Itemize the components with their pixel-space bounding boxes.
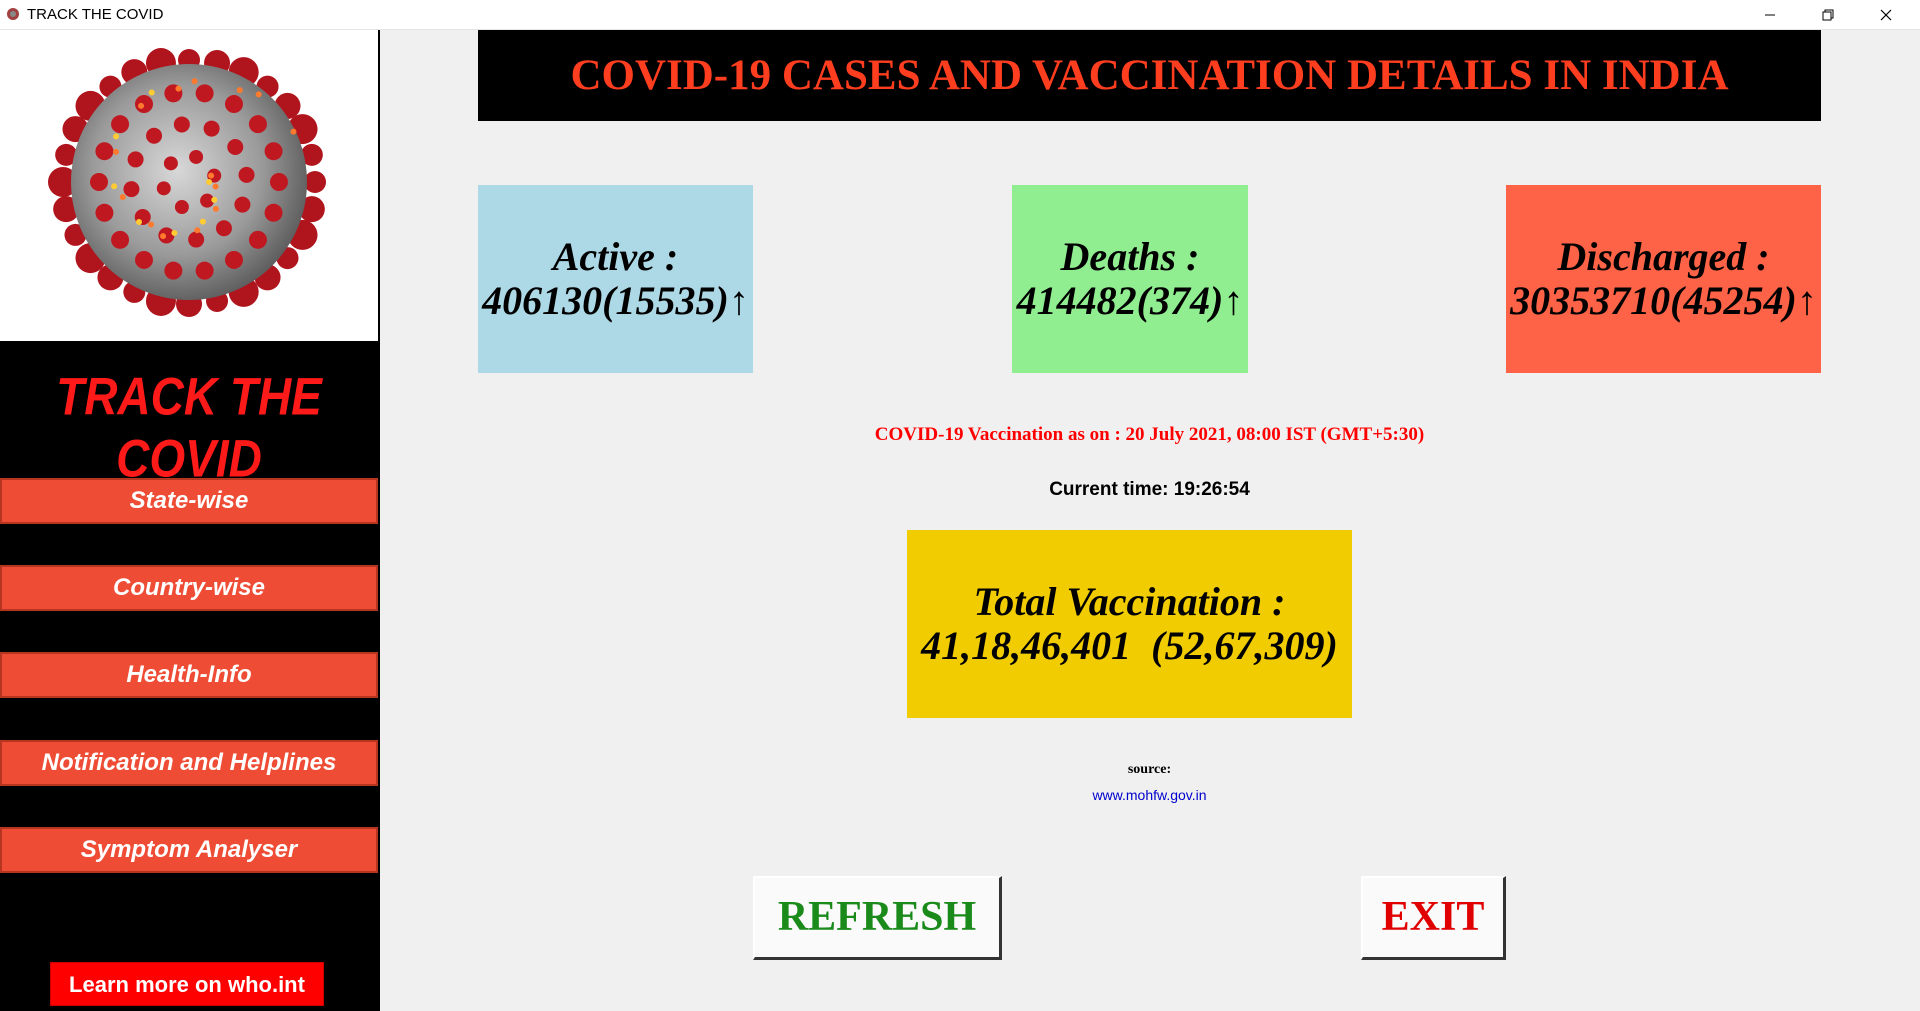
virus-surface-spike xyxy=(90,173,108,191)
coronavirus-illustration xyxy=(48,48,326,317)
virus-surface-spike xyxy=(173,116,190,133)
virus-surface-spike xyxy=(111,115,130,134)
virus-protein-dot xyxy=(211,196,218,203)
virus-surface-spike xyxy=(95,142,114,161)
close-icon xyxy=(1880,9,1892,20)
deaths-up-arrow-icon: ↑ xyxy=(1223,278,1244,323)
source-label: source: xyxy=(1127,762,1172,777)
virus-app-icon xyxy=(7,8,19,20)
virus-surface-spike xyxy=(225,95,243,114)
sidebar: TRACK THE COVID State-wise Country-wise … xyxy=(0,30,380,1011)
virus-surface-spike xyxy=(195,84,214,103)
virus-surface-spike xyxy=(264,142,283,161)
virus-surface-spike xyxy=(123,181,140,198)
virus-surface-spike xyxy=(234,196,251,213)
virus-protein-dot xyxy=(136,218,143,225)
virus-protein-dot xyxy=(148,221,155,228)
active-value-line: 406130(15535)↑ xyxy=(482,279,749,323)
virus-protein-dot xyxy=(191,78,198,85)
virus-surface-spike xyxy=(127,151,144,168)
virus-surface-spike xyxy=(215,220,232,237)
discharged-label: Discharged : xyxy=(1557,234,1770,279)
virus-surface-spike xyxy=(135,250,153,269)
virus-surface-spike xyxy=(111,230,130,249)
deaths-value-line: 414482(374)↑ xyxy=(1017,279,1244,323)
coronavirus-image xyxy=(0,30,378,341)
virus-surface-spike xyxy=(248,230,267,249)
virus-protein-dot xyxy=(112,148,119,155)
restore-button[interactable] xyxy=(1799,0,1857,29)
who-link-button[interactable]: Learn more on who.int xyxy=(50,962,324,1006)
virus-surface-spike xyxy=(203,120,220,137)
refresh-button[interactable]: REFRESH xyxy=(753,876,1002,960)
discharged-up-arrow-icon: ↑ xyxy=(1796,278,1817,323)
virus-protein-dot xyxy=(206,179,212,185)
app-brand-title: TRACK THE COVID xyxy=(56,366,322,488)
nav-symptom-analyser-button[interactable]: Symptom Analyser xyxy=(0,827,378,873)
virus-protein-dot xyxy=(236,87,243,94)
virus-surface-spike xyxy=(156,181,171,196)
virus-protein-dot xyxy=(212,183,219,190)
close-button[interactable] xyxy=(1857,0,1915,29)
vaccination-asof-text: COVID-19 Vaccination as on : 20 July 202… xyxy=(874,424,1425,445)
virus-protein-dot xyxy=(148,89,155,96)
discharged-value: 30353710(45254) xyxy=(1510,278,1797,323)
virus-protein-dot xyxy=(290,128,297,135)
window-title: TRACK THE COVID xyxy=(27,6,164,23)
virus-surface-spike xyxy=(227,139,244,156)
virus-surface-spike xyxy=(189,149,204,164)
discharged-card: Discharged : 30353710(45254)↑ xyxy=(1506,185,1821,373)
virus-protein-dot xyxy=(111,183,118,190)
nav-health-info-button[interactable]: Health-Info xyxy=(0,652,378,698)
virus-protein-dot xyxy=(171,229,178,236)
deaths-card: Deaths : 414482(374)↑ xyxy=(1012,185,1248,373)
virus-protein-dot xyxy=(212,205,219,212)
active-value: 406130(15535) xyxy=(482,278,729,323)
virus-protein-dot xyxy=(199,218,206,225)
virus-surface-spike xyxy=(188,231,205,248)
nav-state-wise-button[interactable]: State-wise xyxy=(0,478,378,524)
deaths-label: Deaths : xyxy=(1060,234,1200,279)
virus-surface-spike xyxy=(248,115,267,134)
virus-surface-spike xyxy=(95,203,114,222)
minimize-button[interactable] xyxy=(1741,0,1799,29)
virus-protein-dot xyxy=(255,91,262,98)
virus-surface-spike xyxy=(135,95,153,114)
active-label: Active : xyxy=(552,234,679,279)
virus-surface-spike xyxy=(195,261,214,280)
minimize-icon xyxy=(1765,14,1775,15)
total-vaccination-card: Total Vaccination : 41,18,46,401 (52,67,… xyxy=(907,530,1352,718)
page-heading: COVID-19 CASES AND VACCINATION DETAILS I… xyxy=(478,30,1821,121)
current-time-text: Current time: 19:26:54 xyxy=(1049,479,1250,500)
virus-protein-dot xyxy=(208,172,215,179)
active-cases-card: Active : 406130(15535)↑ xyxy=(478,185,753,373)
virus-spike xyxy=(304,171,326,193)
virus-surface-spike xyxy=(163,156,178,171)
source-link[interactable]: www.mohfw.gov.in xyxy=(478,787,1821,803)
virus-protein-dot xyxy=(194,227,201,234)
restore-icon xyxy=(1822,9,1834,20)
virus-protein-dot xyxy=(119,194,126,201)
virus-protein-dot xyxy=(175,85,182,92)
virus-surface-spike xyxy=(225,250,243,269)
virus-surface-spike xyxy=(146,127,163,144)
nav-notification-helplines-button[interactable]: Notification and Helplines xyxy=(0,740,378,786)
virus-protein-dot xyxy=(160,233,167,240)
exit-button[interactable]: EXIT xyxy=(1361,876,1506,960)
active-up-arrow-icon: ↑ xyxy=(728,278,749,323)
discharged-value-line: 30353710(45254)↑ xyxy=(1510,279,1817,323)
virus-surface-spike xyxy=(238,166,255,183)
virus-surface-spike xyxy=(270,173,288,191)
deaths-value: 414482(374) xyxy=(1016,278,1224,323)
virus-protein-dot xyxy=(113,133,120,140)
virus-protein-dot xyxy=(138,102,145,109)
window-titlebar: TRACK THE COVID xyxy=(0,0,1920,30)
virus-surface-spike xyxy=(264,203,283,222)
nav-country-wise-button[interactable]: Country-wise xyxy=(0,565,378,611)
virus-surface-spike xyxy=(174,200,189,215)
total-vaccination-label: Total Vaccination : xyxy=(973,579,1286,624)
virus-surface-spike xyxy=(164,261,183,280)
total-vaccination-value: 41,18,46,401 (52,67,309) xyxy=(921,623,1338,668)
